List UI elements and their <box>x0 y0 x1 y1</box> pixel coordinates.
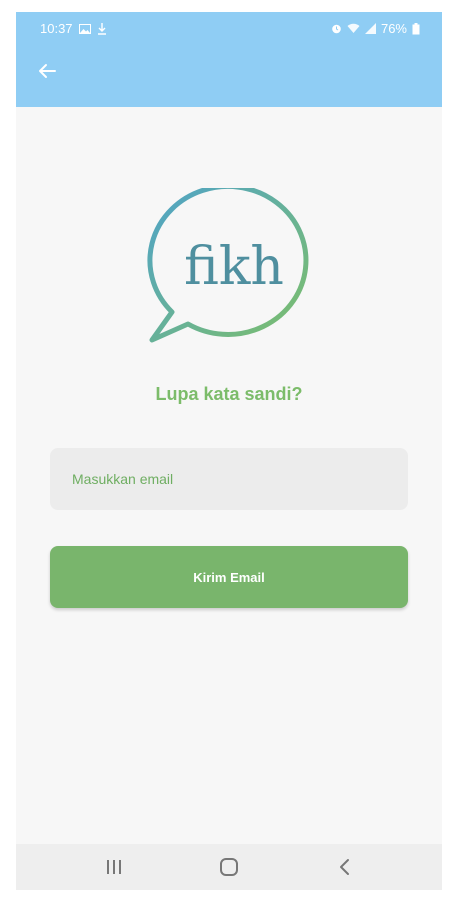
status-bar: 10:37 76% <box>16 12 442 46</box>
fikh-logo: fikh <box>144 183 316 348</box>
email-input[interactable] <box>70 470 408 488</box>
back-chevron-icon <box>340 859 350 875</box>
status-left: 10:37 <box>40 21 107 36</box>
status-right: 76% <box>331 21 420 36</box>
system-back-button[interactable] <box>324 847 364 887</box>
home-icon <box>219 858 238 876</box>
battery-percent: 76% <box>380 21 407 36</box>
status-time: 10:37 <box>40 21 73 36</box>
alarm-icon <box>331 23 342 34</box>
download-icon <box>97 22 107 35</box>
image-icon <box>78 23 91 34</box>
send-email-button[interactable]: Kirim Email <box>50 546 408 608</box>
email-field[interactable] <box>50 448 408 510</box>
phone-screen: 10:37 76% fikh Lupa kata sandi? Masukkan… <box>16 12 442 890</box>
app-bar: 10:37 76% <box>16 12 442 107</box>
back-button[interactable] <box>34 58 60 84</box>
wifi-icon <box>347 23 360 34</box>
logo-text: fikh <box>184 237 284 297</box>
battery-icon <box>412 22 420 35</box>
page-title: Lupa kata sandi? <box>155 384 303 404</box>
system-nav-bar <box>16 844 442 890</box>
arrow-left-icon <box>39 64 56 78</box>
signal-icon <box>364 23 376 34</box>
home-button[interactable] <box>209 847 249 887</box>
recents-button[interactable] <box>94 847 134 887</box>
recents-icon <box>106 860 121 874</box>
